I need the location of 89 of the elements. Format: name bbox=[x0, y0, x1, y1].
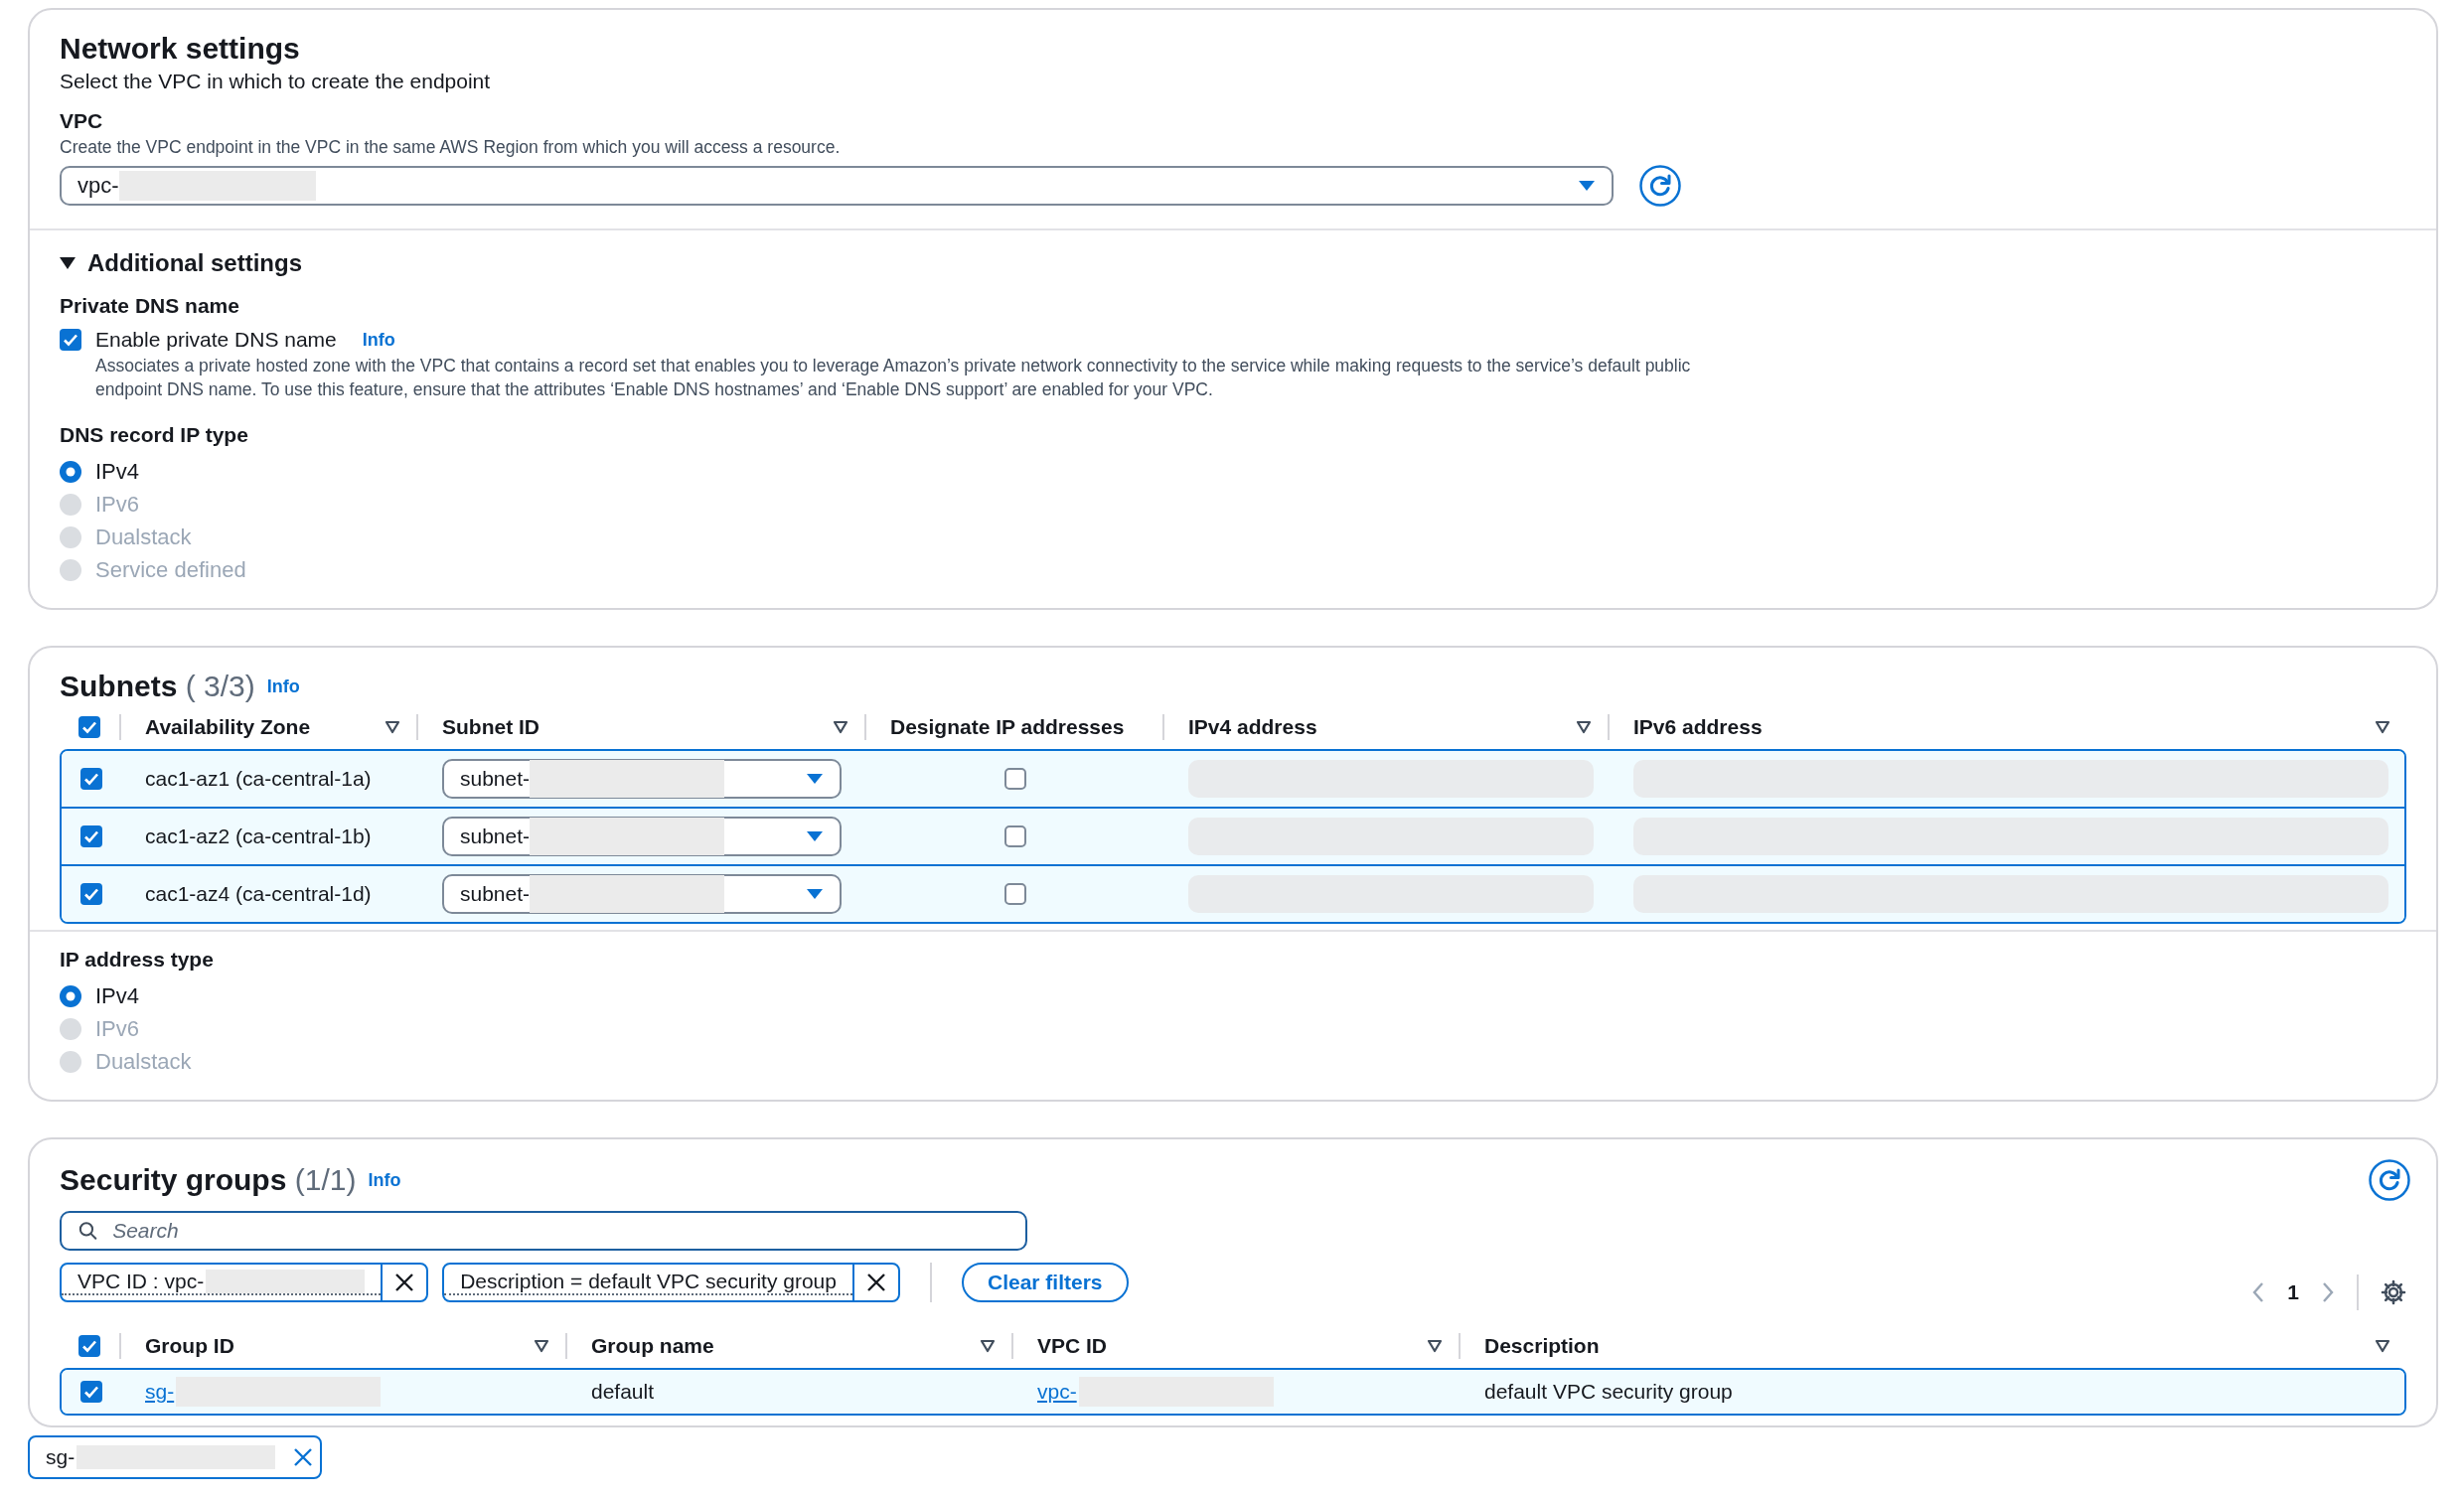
radio-label: Service defined bbox=[95, 556, 246, 583]
table-row[interactable]: cac1-az2 (ca-central-1b) subnet- bbox=[62, 807, 2404, 864]
checkbox-description: Associates a private hosted zone with the VPC that contains a record set that enables you to leverage Amazon’s private network connectivity to the service while making requests to the service’s default public endpoint DNS name. To use this feature, ensure that the attributes ‘Enable DNS hostnames’ and ‘Enable DNS support’ are enabled for your VPC. bbox=[95, 355, 1692, 401]
caret-icon[interactable] bbox=[1578, 180, 1596, 192]
radio-label: IPv6 bbox=[95, 1015, 140, 1042]
radio-label: IPv4 bbox=[95, 982, 140, 1009]
table-row[interactable]: cac1-az1 (ca-central-1a) subnet- bbox=[62, 751, 2404, 807]
checkbox[interactable] bbox=[80, 825, 102, 847]
info-link[interactable]: Info bbox=[362, 329, 395, 351]
column-header: Designate IP addresses bbox=[864, 714, 1162, 740]
column-header[interactable]: IPv4 address bbox=[1162, 714, 1608, 740]
search-input[interactable]: Search bbox=[110, 1218, 1009, 1244]
vpc-select[interactable]: vpc- bbox=[60, 166, 1614, 206]
checkbox[interactable] bbox=[1004, 883, 1026, 905]
caret-icon[interactable] bbox=[806, 830, 824, 842]
table-row[interactable]: cac1-az4 (ca-central-1d) subnet- bbox=[62, 864, 2404, 922]
select-value: subnet- bbox=[460, 882, 531, 906]
sort-icon[interactable] bbox=[1576, 720, 1592, 734]
group-id-link[interactable]: sg- bbox=[145, 1380, 175, 1404]
select-value: subnet- bbox=[460, 824, 531, 848]
radio-label: IPv4 bbox=[95, 458, 140, 485]
close-icon bbox=[866, 1273, 886, 1292]
checkbox[interactable] bbox=[1004, 768, 1026, 790]
section-title: Network settings bbox=[60, 31, 301, 67]
column-header[interactable]: IPv6 address bbox=[1608, 714, 2406, 740]
table-cell-text: cac1-az2 (ca-central-1b) bbox=[144, 824, 373, 848]
radio-label: IPv6 bbox=[95, 491, 140, 518]
table-cell-text: cac1-az4 (ca-central-1d) bbox=[144, 882, 373, 906]
checkbox-label: Enable private DNS name bbox=[95, 327, 337, 353]
select-value: subnet- bbox=[460, 767, 531, 791]
search-field[interactable]: Search bbox=[60, 1211, 1027, 1251]
filter-text: Description = default VPC security group bbox=[444, 1270, 852, 1295]
close-icon bbox=[292, 1447, 313, 1467]
token-text: sg- bbox=[46, 1445, 76, 1469]
refresh-icon[interactable] bbox=[2369, 1159, 2410, 1201]
column-header[interactable]: Group ID bbox=[119, 1333, 565, 1359]
subnet-select[interactable]: subnet- bbox=[442, 759, 842, 799]
radio-button[interactable] bbox=[60, 460, 81, 483]
table-row[interactable]: sg- default vpc- default VPC security group bbox=[62, 1370, 2404, 1414]
checkbox[interactable] bbox=[78, 1335, 100, 1357]
close-icon bbox=[394, 1273, 415, 1292]
caret-icon[interactable] bbox=[806, 773, 824, 785]
section-title: Subnets ( 3/3) bbox=[60, 669, 255, 704]
expand-toggle[interactable]: Additional settings bbox=[60, 248, 2406, 278]
sort-icon[interactable] bbox=[534, 1339, 549, 1353]
vpc-id-link[interactable]: vpc- bbox=[1037, 1380, 1077, 1404]
section-description: Select the VPC in which to create the endpoint bbox=[60, 69, 492, 94]
clear-filters-button[interactable]: Clear filters bbox=[962, 1263, 1129, 1302]
page-number[interactable]: 1 bbox=[2287, 1280, 2299, 1304]
checkbox[interactable] bbox=[80, 768, 102, 790]
table-cell-text: cac1-az1 (ca-central-1a) bbox=[144, 767, 373, 791]
sort-icon[interactable] bbox=[2375, 720, 2390, 734]
section-title: Security groups (1/1) bbox=[60, 1162, 357, 1198]
info-link[interactable]: Info bbox=[266, 675, 300, 697]
subnet-select[interactable]: subnet- bbox=[442, 874, 842, 914]
table-cell-text: default bbox=[590, 1380, 656, 1404]
field-description: Create the VPC endpoint in the VPC in the same AWS Region from which you will access a resource. bbox=[60, 136, 842, 159]
column-header[interactable]: VPC ID bbox=[1011, 1333, 1459, 1359]
column-header[interactable]: Subnet ID bbox=[416, 714, 864, 740]
sort-icon[interactable] bbox=[2375, 1339, 2390, 1353]
sort-icon[interactable] bbox=[833, 720, 848, 734]
column-header[interactable]: Group name bbox=[565, 1333, 1011, 1359]
caret-icon[interactable] bbox=[806, 888, 824, 900]
checkbox[interactable] bbox=[80, 883, 102, 905]
next-page-icon[interactable] bbox=[2321, 1281, 2335, 1303]
radio-button[interactable] bbox=[60, 984, 81, 1007]
field-label: IP address type bbox=[60, 947, 215, 973]
info-link[interactable]: Info bbox=[368, 1169, 401, 1191]
field-label: Private DNS name bbox=[60, 293, 240, 319]
field-label: DNS record IP type bbox=[60, 422, 249, 448]
sort-icon[interactable] bbox=[385, 720, 400, 734]
checkbox[interactable] bbox=[78, 716, 100, 738]
subnet-select[interactable]: subnet- bbox=[442, 817, 842, 856]
radio-label: Dualstack bbox=[95, 1048, 192, 1075]
table-cell-text: default VPC security group bbox=[1483, 1380, 1734, 1404]
select-value: vpc- bbox=[77, 173, 119, 199]
column-header[interactable]: Availability Zone bbox=[119, 714, 416, 740]
previous-page-icon[interactable] bbox=[2251, 1281, 2266, 1303]
checkbox[interactable] bbox=[80, 1381, 102, 1403]
column-header[interactable]: Description bbox=[1459, 1333, 2406, 1359]
checkbox[interactable] bbox=[60, 329, 81, 351]
radio-label: Dualstack bbox=[95, 524, 192, 550]
filter-text: VPC ID : vpc- bbox=[62, 1270, 382, 1295]
sort-icon[interactable] bbox=[980, 1339, 996, 1353]
field-label: VPC bbox=[60, 108, 104, 134]
sort-icon[interactable] bbox=[1427, 1339, 1443, 1353]
settings-icon[interactable] bbox=[2381, 1279, 2406, 1305]
refresh-icon[interactable] bbox=[1639, 165, 1681, 207]
checkbox[interactable] bbox=[1004, 825, 1026, 847]
